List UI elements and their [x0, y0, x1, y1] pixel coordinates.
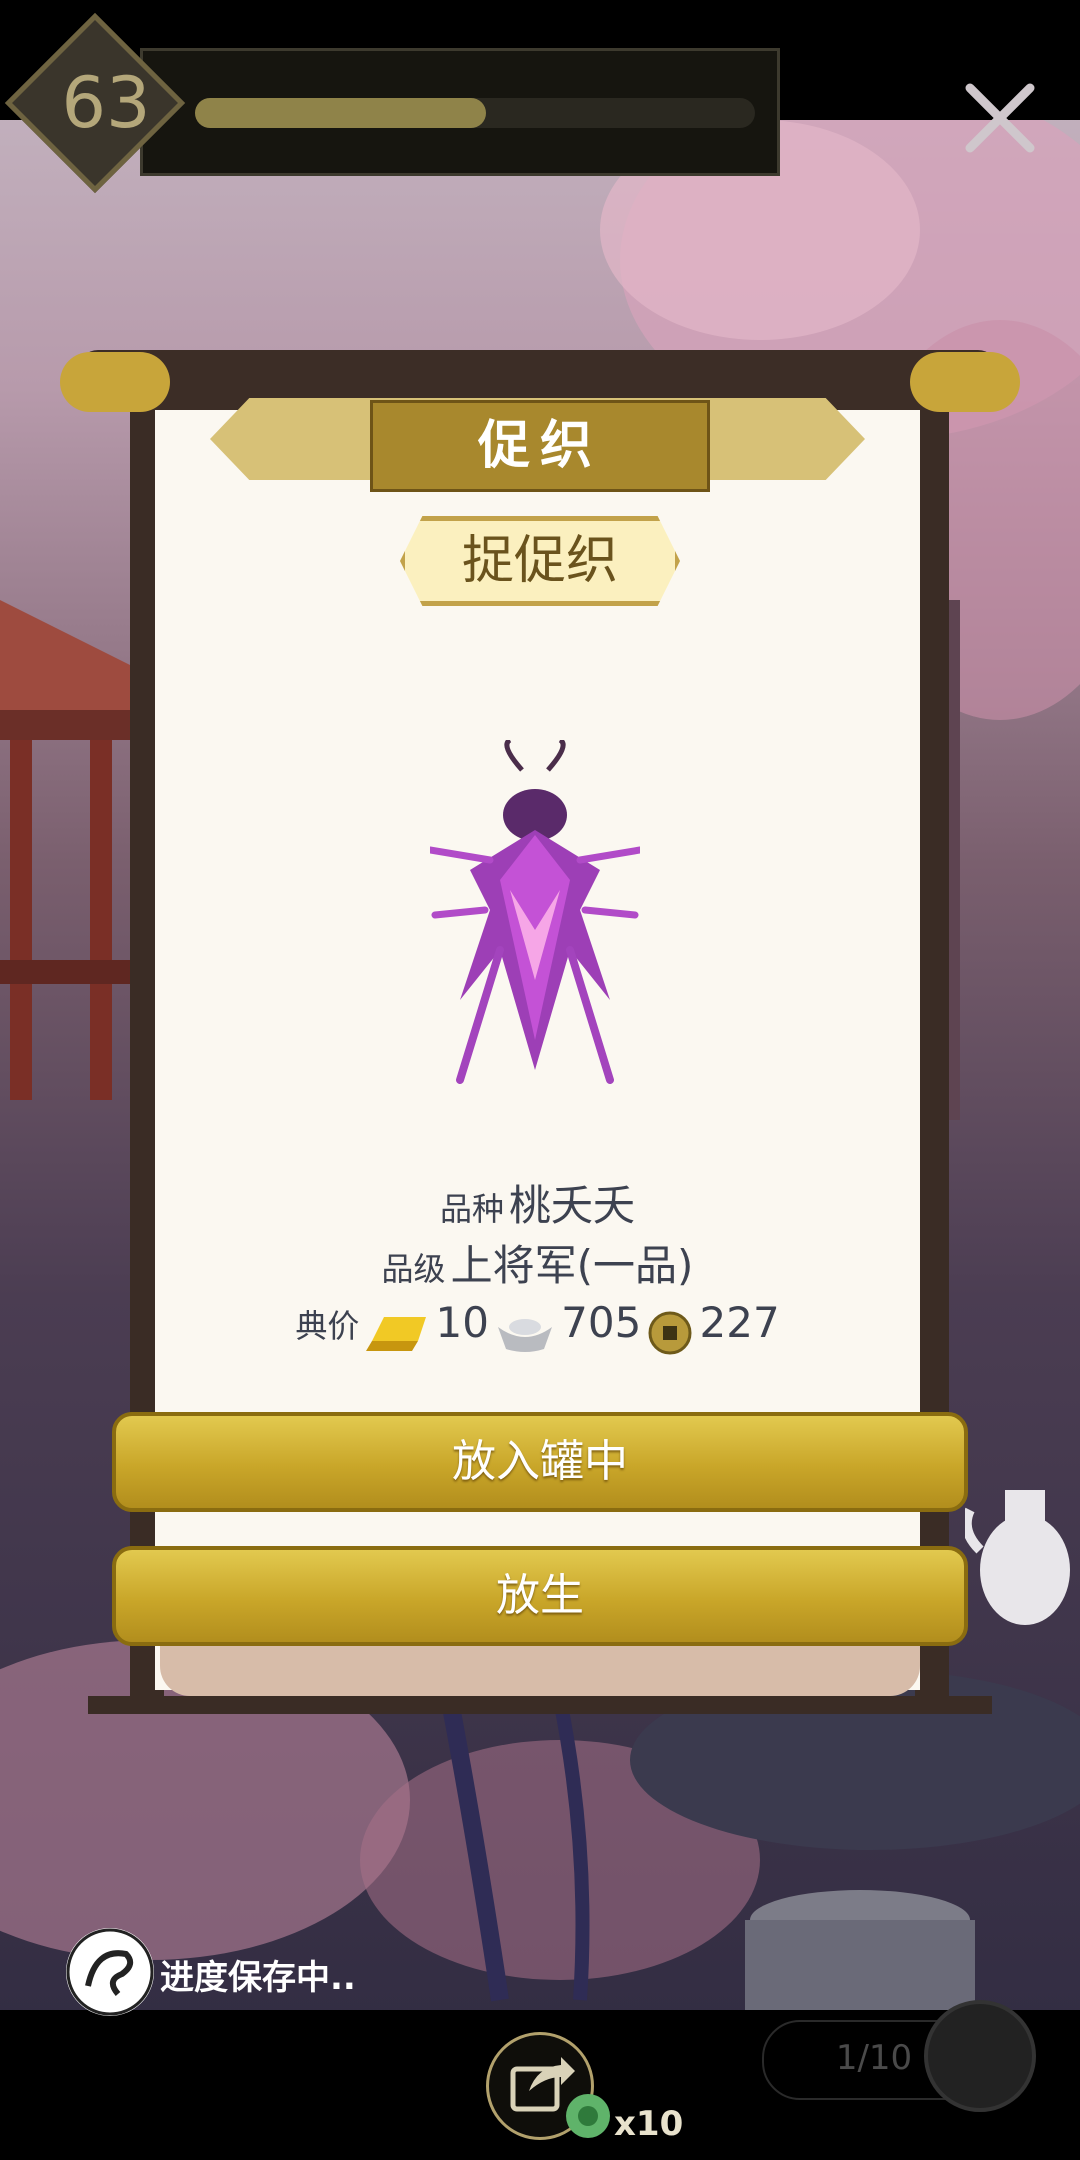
- dragon-emblem-icon: [66, 1928, 154, 2016]
- scroll-bottom-roll: [160, 1646, 920, 1696]
- next-page-button[interactable]: [924, 2000, 1036, 2112]
- scroll-bottom-rod: [88, 1696, 992, 1714]
- cricket-token-icon: [566, 2094, 610, 2138]
- gold-ingot-icon: [366, 1316, 427, 1351]
- scroll-rod-cap-right: [910, 352, 1020, 412]
- copper-price: 227: [699, 1298, 780, 1347]
- breed-value: 桃夭夭: [509, 1181, 636, 1230]
- scroll-right-rod: [915, 390, 949, 1710]
- rank-value: 上将军(一品): [450, 1241, 694, 1290]
- panel-title: 促织: [370, 400, 710, 492]
- xp-bar-fill: [195, 98, 487, 128]
- cricket-image: [430, 740, 640, 1084]
- level-number: 63: [61, 62, 151, 144]
- rank-row: 品级 上将军(一品): [155, 1232, 920, 1293]
- price-label: 典价: [295, 1307, 360, 1345]
- copper-coin-icon: [648, 1311, 692, 1354]
- put-in-jar-button[interactable]: 放入罐中: [112, 1412, 968, 1512]
- silver-price: 705: [561, 1298, 642, 1347]
- silver-ingot-icon: [498, 1318, 553, 1352]
- breed-label: 品种: [439, 1190, 504, 1228]
- xp-bar: [195, 98, 755, 128]
- rank-label: 品级: [381, 1250, 446, 1288]
- gold-price: 10: [435, 1298, 489, 1347]
- price-row: 典价 10 705 227: [155, 1298, 920, 1355]
- cricket-name-tag: 捉促织: [400, 516, 680, 606]
- share-reward-count: x10: [614, 2104, 684, 2144]
- save-status-text: 进度保存中..: [160, 1958, 356, 1998]
- close-icon[interactable]: [960, 78, 1040, 158]
- scroll-rod-cap-left: [60, 352, 170, 412]
- gazebo-scenery: [0, 600, 140, 1100]
- breed-row: 品种 桃夭夭: [155, 1172, 920, 1233]
- teapot-scenery: [965, 1490, 1070, 1625]
- release-button[interactable]: 放生: [112, 1546, 968, 1646]
